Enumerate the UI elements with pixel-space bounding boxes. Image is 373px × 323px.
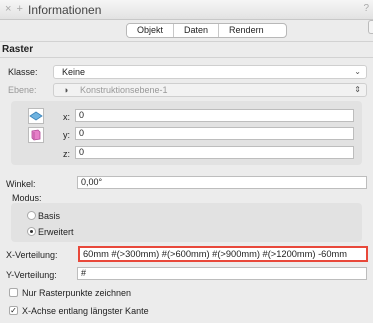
window-title: Informationen (28, 3, 102, 17)
y-label: y: (63, 130, 71, 140)
x-verteilung-label: X-Verteilung: (6, 250, 58, 260)
help-icon[interactable]: ? (363, 3, 369, 14)
tab-objekt[interactable]: Objekt (127, 24, 175, 37)
z-label: z: (63, 149, 71, 159)
updown-arrows-icon: ⇕ (354, 85, 361, 94)
modus-erweitert-radio[interactable] (27, 227, 36, 236)
chevron-down-icon: ⌄ (354, 67, 361, 76)
y-verteilung-label: Y-Verteilung: (6, 270, 57, 280)
y-coordinate-input[interactable]: 0 (75, 127, 354, 140)
modus-erweitert-label: Erweitert (38, 227, 74, 237)
klasse-select[interactable]: Keine ⌄ (53, 65, 367, 79)
divider (0, 57, 373, 58)
x-achse-label: X-Achse entlang längster Kante (22, 306, 149, 316)
winkel-input[interactable]: 0,00° (77, 176, 367, 189)
winkel-label: Winkel: (6, 179, 36, 189)
position-2d-icon[interactable] (28, 108, 44, 124)
z-coordinate-input[interactable]: 0 (75, 146, 354, 159)
x-verteilung-input[interactable]: 60mm #(>300mm) #(>600mm) #(>900mm) #(>12… (78, 246, 368, 262)
object-type-title: Raster (2, 44, 34, 55)
x-achse-checkbox[interactable]: ✓ (9, 306, 18, 315)
x-label: x: (63, 112, 71, 122)
nur-rasterpunkte-label: Nur Rasterpunkte zeichnen (22, 288, 132, 298)
divider (0, 41, 373, 42)
klasse-value: Keine (62, 67, 86, 77)
tab-daten[interactable]: Daten (174, 24, 220, 37)
ebene-label: Ebene: (8, 85, 37, 95)
close-add-icons[interactable]: × + (5, 3, 24, 15)
klasse-label: Klasse: (8, 67, 38, 77)
y-verteilung-input[interactable]: # (77, 267, 367, 280)
ebene-select: ◑ Konstruktionsebene-1 ⇕ (53, 83, 367, 97)
ebene-value: Konstruktionsebene-1 (80, 85, 168, 95)
position-3d-icon[interactable] (28, 127, 44, 143)
modus-basis-label: Basis (38, 211, 61, 221)
tab-bar: Objekt Daten Rendern (126, 23, 287, 38)
modus-basis-radio[interactable] (27, 211, 36, 220)
modus-label: Modus: (12, 193, 42, 203)
side-tab-handle[interactable] (368, 20, 373, 34)
layer-icon: ◑ (63, 85, 69, 95)
x-coordinate-input[interactable]: 0 (75, 109, 354, 122)
nur-rasterpunkte-checkbox[interactable] (9, 288, 18, 297)
tab-rendern[interactable]: Rendern (219, 24, 286, 37)
title-bar: × + Informationen ? (0, 0, 373, 20)
